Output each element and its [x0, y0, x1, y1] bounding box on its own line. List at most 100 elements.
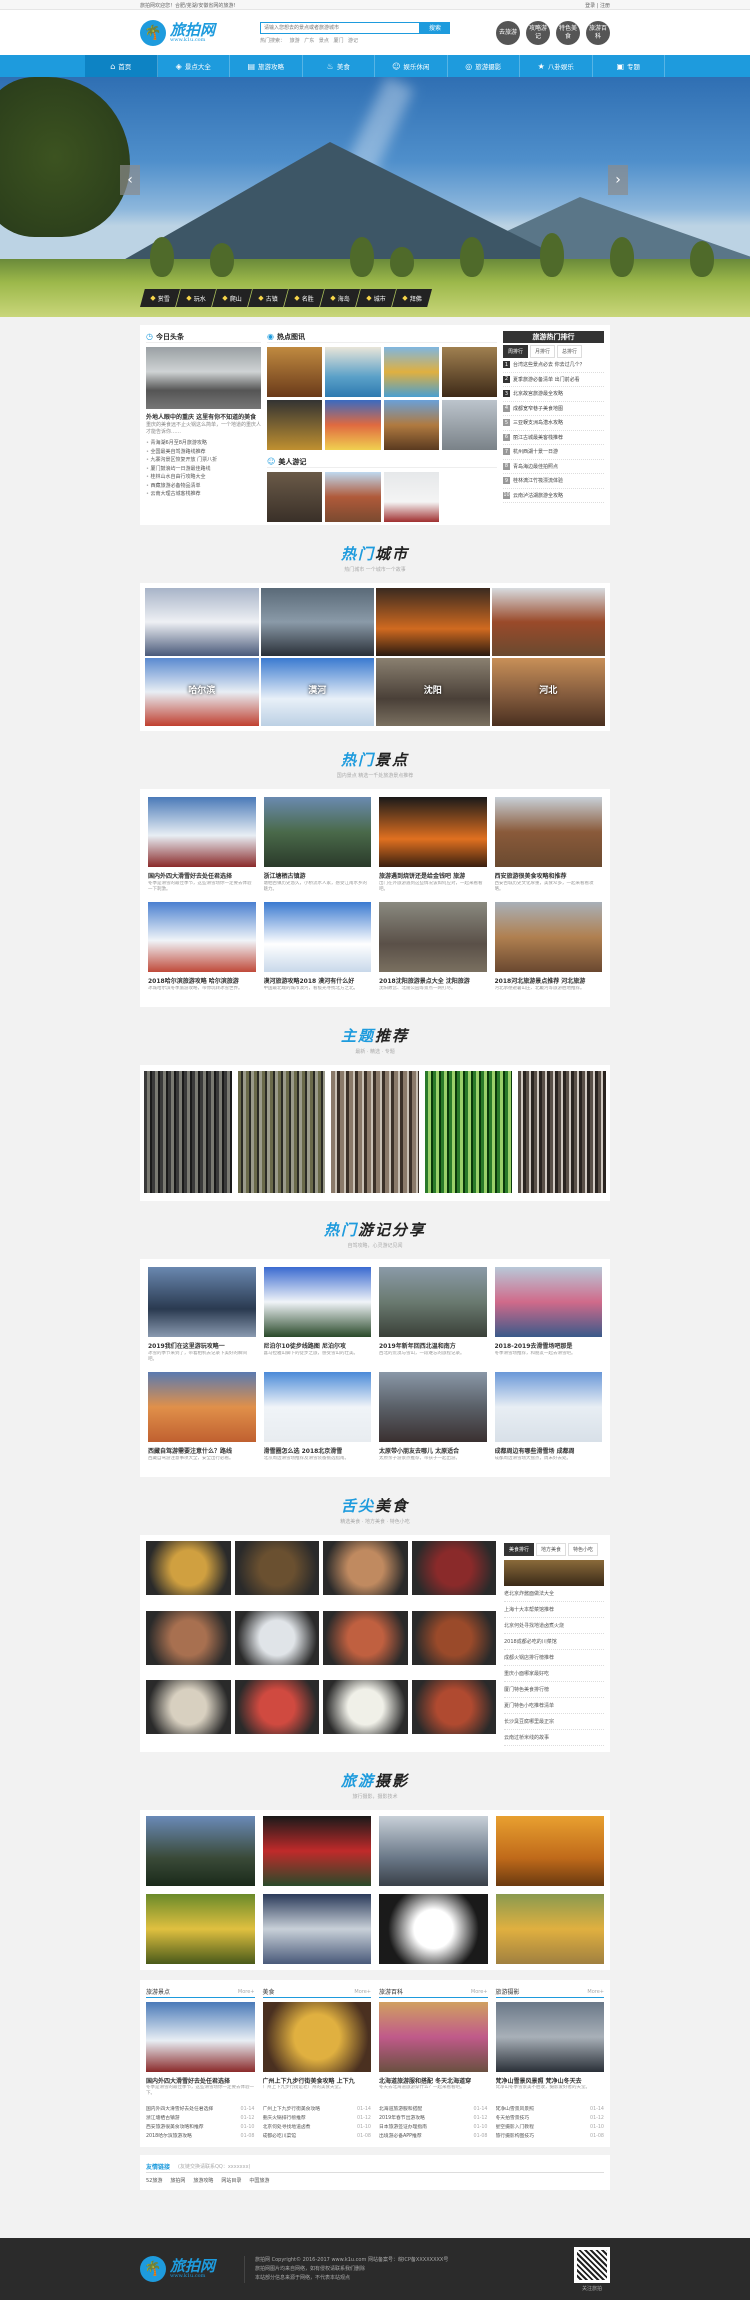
rank-item[interactable]: 5 三亚蜈支洲岛潜水攻略	[503, 416, 604, 431]
bottom-column-headline[interactable]: 北海道旅游服和搭配 冬天北海道穿	[379, 2076, 488, 2085]
photo-image[interactable]	[146, 1894, 255, 1964]
nav-item[interactable]: ▤ 旅游攻略	[230, 55, 303, 77]
beauty-image[interactable]	[325, 472, 381, 522]
prev-slide-button[interactable]: ‹	[120, 165, 140, 195]
note-card-title[interactable]: 尼泊尔10徒步线路图 尼泊尔攻	[264, 1341, 372, 1350]
food-tab[interactable]: 美食排行	[504, 1543, 535, 1556]
photo-image[interactable]	[262, 1816, 371, 1886]
bottom-column-image[interactable]	[495, 2002, 604, 2072]
spot-card-image[interactable]	[263, 797, 371, 867]
photo-card[interactable]	[379, 1816, 488, 1886]
spot-card-title[interactable]: 浙江塘栖古镇游	[264, 871, 372, 880]
friend-link[interactable]: 中国旅游	[249, 2177, 269, 2184]
food-list-item[interactable]: 成都火锅店排行榜推荐	[504, 1650, 604, 1666]
quick-button[interactable]: 特色美食	[556, 20, 580, 45]
hot-link[interactable]: 广东	[304, 38, 314, 44]
rank-item[interactable]: 7 杭州西湖十景一日游	[503, 445, 604, 460]
food-image[interactable]	[146, 1680, 231, 1735]
hot-link[interactable]: 游记	[348, 38, 358, 44]
spot-card-title[interactable]: 国内外四大滑雪好去处任君选择	[148, 871, 256, 880]
food-image[interactable]	[234, 1610, 319, 1665]
food-image[interactable]	[234, 1680, 319, 1735]
city-card[interactable]: 沈阳	[376, 658, 490, 726]
topic-card[interactable]	[237, 1071, 326, 1193]
hotspot-image[interactable]	[267, 347, 323, 397]
today-list-item[interactable]: 桂林山水自由行攻略大全	[146, 473, 261, 482]
today-list-item[interactable]: 九寨沟景区恢复开放 门票八折	[146, 456, 261, 465]
city-card[interactable]: 河北	[491, 658, 605, 726]
banner-category[interactable]: ◆ 城市	[356, 289, 396, 307]
photo-image[interactable]	[495, 1894, 604, 1964]
spot-card-image[interactable]	[379, 902, 487, 972]
spot-card[interactable]: 西安旅游很美食攻略和推荐 西安古城历史文化厚重，美食众多，一起来看看攻略。	[494, 797, 603, 894]
bottom-column-headline[interactable]: 梵净山雪景风景照 梵净山冬天去	[496, 2076, 605, 2085]
quick-button[interactable]: 攻略游记	[526, 20, 550, 45]
note-card[interactable]: 2019我们在这里游玩攻略一 冰雪的季节来到了，带着相机去记录下美好的瞬间吧。	[148, 1267, 256, 1364]
spot-card-title[interactable]: 西安旅游很美食攻略和推荐	[495, 871, 603, 880]
more-link[interactable]: More+	[471, 1989, 488, 1995]
photo-card[interactable]	[495, 1816, 604, 1886]
nav-item[interactable]: ♨ 美食	[303, 55, 375, 77]
city-card[interactable]	[260, 588, 374, 656]
banner-category[interactable]: ◆ 海岛	[320, 289, 360, 307]
hotspot-image[interactable]	[383, 400, 439, 450]
topic-card[interactable]	[331, 1071, 419, 1193]
food-list-item[interactable]: 厦门特色美食排行榜	[504, 1682, 604, 1698]
friend-link[interactable]: 网站目录	[221, 2177, 241, 2184]
bottom-list-item[interactable]: 西安旅游很美食攻略和推荐 01-10	[146, 2123, 255, 2132]
bottom-list-item[interactable]: 广州上下九步行街美食攻略 01-14	[263, 2105, 372, 2114]
bottom-list-item[interactable]: 出境游必备APP推荐 01-08	[379, 2132, 488, 2141]
rank-item[interactable]: 2 夏季旅游必备清单 出门前必看	[503, 373, 604, 387]
bottom-list-item[interactable]: 2019年春节出游攻略 01-12	[379, 2114, 488, 2123]
more-link[interactable]: More+	[238, 1989, 255, 1995]
city-card[interactable]	[145, 588, 259, 656]
hotspot-image[interactable]	[441, 347, 497, 397]
topic-card[interactable]	[518, 1071, 606, 1193]
bottom-list-item[interactable]: 旅行摄影构图技巧 01-08	[496, 2132, 605, 2141]
bottom-list-item[interactable]: 成都必吃川菜馆 01-08	[263, 2132, 372, 2141]
spot-card-title[interactable]: 漠河旅游攻略2018 漠河有什么好	[264, 976, 372, 985]
food-image[interactable]	[323, 1680, 408, 1735]
hot-link[interactable]: 厦门	[333, 38, 343, 44]
note-card-title[interactable]: 太原带小朋友去哪儿 太原适合	[379, 1446, 487, 1455]
bottom-column-headline[interactable]: 国内外四大滑雪好去处任君选择	[146, 2076, 255, 2085]
food-image[interactable]	[234, 1541, 319, 1595]
nav-item[interactable]: ◎ 旅游摄影	[448, 55, 520, 77]
city-card[interactable]	[491, 588, 605, 656]
nav-item[interactable]: ◈ 景点大全	[158, 55, 230, 77]
spot-card-title[interactable]: 2018河北旅游景点推荐 河北旅游	[495, 976, 603, 985]
spot-card[interactable]: 2018沈阳旅游景点大全 沈阳旅游 沈阳故宫、北陵公园等景点一网打尽。	[379, 902, 487, 999]
food-list-item[interactable]: 重庆小面哪家最好吃	[504, 1666, 604, 1682]
spot-card-title[interactable]: 2018哈尔滨旅游攻略 哈尔滨旅游	[148, 976, 256, 985]
spot-card-image[interactable]	[148, 797, 256, 867]
topic-card[interactable]	[144, 1071, 232, 1193]
friend-link[interactable]: 旅游攻略	[193, 2177, 213, 2184]
note-card[interactable]: 2019年新年回西北温和南方 西北的荒漠与雪山，一段难忘的旅程记录。	[379, 1267, 487, 1364]
note-card-title[interactable]: 2018-2019去滑雪场吧那是	[495, 1341, 603, 1350]
bottom-list-item[interactable]: 梵净山雪景风景照 01-14	[496, 2105, 605, 2114]
next-slide-button[interactable]: ›	[608, 165, 628, 195]
today-headline[interactable]: 外地人眼中的重庆 这里有你不知道的美食	[146, 412, 261, 421]
site-logo[interactable]: 🌴 旅拍网 www.k1u.com	[140, 19, 260, 46]
bottom-column-image[interactable]	[379, 2002, 488, 2072]
note-card-image[interactable]	[263, 1267, 371, 1337]
spot-card-image[interactable]	[263, 902, 371, 972]
spot-card-image[interactable]	[494, 902, 602, 972]
photo-image[interactable]	[146, 1816, 255, 1886]
banner-category[interactable]: ◆ 赏雪	[140, 289, 180, 307]
hotspot-image[interactable]	[267, 400, 323, 450]
photo-card[interactable]	[262, 1816, 371, 1886]
photo-image[interactable]	[262, 1894, 371, 1964]
spot-card-image[interactable]	[379, 797, 487, 867]
quick-button[interactable]: 去旅游	[496, 20, 520, 45]
food-list-item[interactable]: 长沙臭豆腐哪里最正宗	[504, 1714, 604, 1730]
banner-category[interactable]: ◆ 爬山	[212, 289, 252, 307]
note-card-title[interactable]: 西藏自驾游需要注意什么？路线	[148, 1446, 256, 1455]
topic-card[interactable]	[424, 1071, 513, 1193]
today-list-item[interactable]: 云南大理古城客栈推荐	[146, 490, 261, 499]
note-card-image[interactable]	[494, 1372, 602, 1442]
photo-image[interactable]	[379, 1816, 488, 1886]
spot-card[interactable]: 浙江塘栖古镇游 塘栖古镇历史悠久，小桥流水人家，感受江南水乡的魅力。	[263, 797, 372, 894]
food-tab[interactable]: 地方美食	[536, 1543, 567, 1556]
search-input[interactable]	[260, 21, 420, 34]
